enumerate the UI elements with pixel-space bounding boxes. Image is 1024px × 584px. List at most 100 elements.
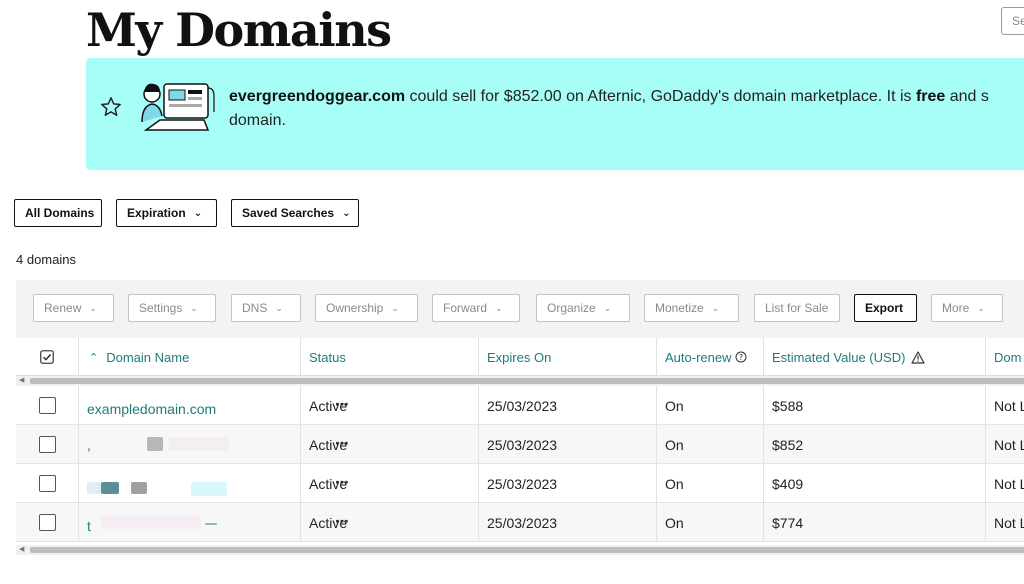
row-select-cell: [16, 503, 79, 542]
export-label: Export: [865, 301, 904, 315]
status-cell: Active: [301, 425, 479, 464]
more-button[interactable]: More ⌄: [931, 294, 1003, 322]
expiration-label: Expiration: [127, 206, 186, 220]
domain-cell: exampledomain.com ⋯: [79, 386, 349, 425]
column-header-estimated-value[interactable]: Estimated Value (USD): [764, 338, 986, 376]
domain-cell: t ⋯: [79, 503, 349, 542]
column-header-expires-on[interactable]: Expires On: [479, 338, 657, 376]
chevron-down-icon: ⌄: [391, 302, 399, 313]
row-checkbox[interactable]: [38, 397, 56, 414]
row-select-cell: [16, 425, 79, 464]
scrollbar-thumb[interactable]: [30, 547, 1024, 553]
status-cell: Active: [301, 503, 479, 542]
banner-text-1: could sell for $852.00 on Afternic, GoDa…: [405, 88, 916, 105]
banner-text-line2: domain.: [229, 112, 286, 129]
auto-renew-cell[interactable]: On: [657, 425, 764, 464]
extra-cell: Not L: [994, 397, 1024, 414]
domain-extra-header-label: Dom: [994, 349, 1022, 365]
forward-button[interactable]: Forward ⌄: [432, 294, 520, 322]
renew-button[interactable]: Renew ⌄: [33, 294, 114, 322]
help-circle-icon[interactable]: ?: [735, 351, 747, 363]
settings-button[interactable]: Settings ⌄: [128, 294, 216, 322]
redacted-blur: [101, 515, 201, 529]
dns-label: DNS: [242, 301, 268, 315]
column-header-status[interactable]: Status: [301, 338, 479, 376]
column-header-domain-extra[interactable]: Dom: [986, 338, 1024, 376]
expires-on-header-label: Expires On: [487, 349, 552, 365]
domain-count: 4 domains: [16, 252, 76, 267]
settings-label: Settings: [139, 301, 183, 315]
chevron-down-icon: ⌄: [275, 302, 283, 313]
row-checkbox[interactable]: [38, 514, 56, 531]
ownership-label: Ownership: [326, 301, 384, 315]
expiration-dropdown[interactable]: Expiration ⌄: [116, 199, 217, 227]
expires-cell: 25/03/2023: [479, 503, 657, 542]
select-all-checkbox[interactable]: [40, 350, 54, 364]
list-for-sale-button[interactable]: List for Sale: [754, 294, 840, 322]
page-title: My Domains: [86, 3, 392, 57]
status-header-label: Status: [309, 349, 346, 365]
chevron-down-icon: ⌄: [603, 302, 612, 313]
domain-link[interactable]: exampledomain.com: [87, 401, 216, 417]
table-header: ⌃ Domain Name Status Expires On Auto-rene…: [16, 338, 1024, 376]
scroll-left-icon[interactable]: ◀: [19, 376, 24, 386]
scroll-left-icon[interactable]: ◀: [19, 545, 24, 555]
select-all-cell: [16, 338, 79, 376]
export-button[interactable]: Export: [854, 294, 917, 322]
domain-name-header-label: Domain Name: [106, 349, 190, 365]
redacted-blur: [191, 482, 227, 496]
redacted-blur: [205, 523, 217, 525]
table-row: t ⋯ Active 25/03/2023 On $774 Not L: [16, 503, 1024, 542]
chevron-down-icon: ⌄: [190, 302, 198, 313]
auto-renew-cell[interactable]: On: [657, 464, 764, 503]
column-header-auto-renew[interactable]: Auto-renew ?: [657, 338, 764, 376]
banner-message: evergreendoggear.com could sell for $852…: [229, 85, 1024, 133]
extra-cell: Not L: [994, 514, 1024, 531]
warning-triangle-icon[interactable]: [911, 350, 926, 364]
value-cell: $774: [764, 503, 986, 542]
row-select-cell: [16, 386, 79, 425]
status-cell: Active: [301, 386, 479, 425]
more-label: More: [942, 301, 970, 315]
row-checkbox[interactable]: [38, 475, 56, 492]
organize-button[interactable]: Organize ⌄: [536, 294, 630, 322]
auto-renew-cell[interactable]: On: [657, 386, 764, 425]
horizontal-scrollbar-bottom[interactable]: ◀: [16, 545, 1024, 555]
estimated-value-header-label: Estimated Value (USD): [772, 349, 906, 365]
chevron-down-icon: ⌄: [977, 302, 985, 313]
domain-link[interactable]: ,: [87, 437, 91, 453]
column-header-domain-name[interactable]: ⌃ Domain Name: [79, 338, 301, 376]
star-icon[interactable]: [100, 96, 122, 118]
chevron-down-icon: ⌄: [711, 302, 720, 313]
table-row: ⋯ Active 25/03/2023 On $409 Not L: [16, 464, 1024, 503]
sort-up-icon: ⌃: [89, 351, 99, 364]
auto-renew-cell[interactable]: On: [657, 503, 764, 542]
scrollbar-thumb[interactable]: [30, 378, 1024, 384]
search-input[interactable]: Se: [1001, 7, 1024, 35]
banner-text-2: and s: [945, 88, 989, 105]
monetize-button[interactable]: Monetize ⌄: [644, 294, 739, 322]
dns-button[interactable]: DNS ⌄: [231, 294, 301, 322]
saved-searches-dropdown[interactable]: Saved Searches ⌄: [231, 199, 359, 227]
ownership-button[interactable]: Ownership ⌄: [315, 294, 418, 322]
extra-cell: Not L: [994, 436, 1024, 453]
value-cell: $852: [764, 425, 986, 464]
expires-cell: 25/03/2023: [479, 464, 657, 503]
chevron-down-icon: ⌄: [495, 302, 503, 313]
banner-domain[interactable]: evergreendoggear.com: [229, 88, 405, 105]
expires-cell: 25/03/2023: [479, 386, 657, 425]
row-select-cell: [16, 464, 79, 503]
domain-cell: , ⋯: [79, 425, 349, 464]
bulk-actions-toolbar: Renew ⌄ Settings ⌄ DNS ⌄ Ownership ⌄ Forward…: [16, 280, 1024, 338]
domain-link[interactable]: t: [87, 518, 91, 534]
organize-label: Organize: [547, 301, 596, 315]
redacted-blur: [87, 482, 101, 494]
person-laptop-illustration: [141, 83, 215, 131]
chevron-down-icon: ⌄: [193, 207, 203, 219]
afternic-promo-banner: evergreendoggear.com could sell for $852…: [86, 58, 1024, 170]
all-domains-button[interactable]: All Domains: [14, 199, 102, 227]
chevron-down-icon: ⌄: [89, 302, 97, 313]
row-checkbox[interactable]: [38, 436, 56, 453]
horizontal-scrollbar-top[interactable]: ◀: [16, 376, 1024, 386]
saved-searches-label: Saved Searches: [242, 206, 335, 220]
